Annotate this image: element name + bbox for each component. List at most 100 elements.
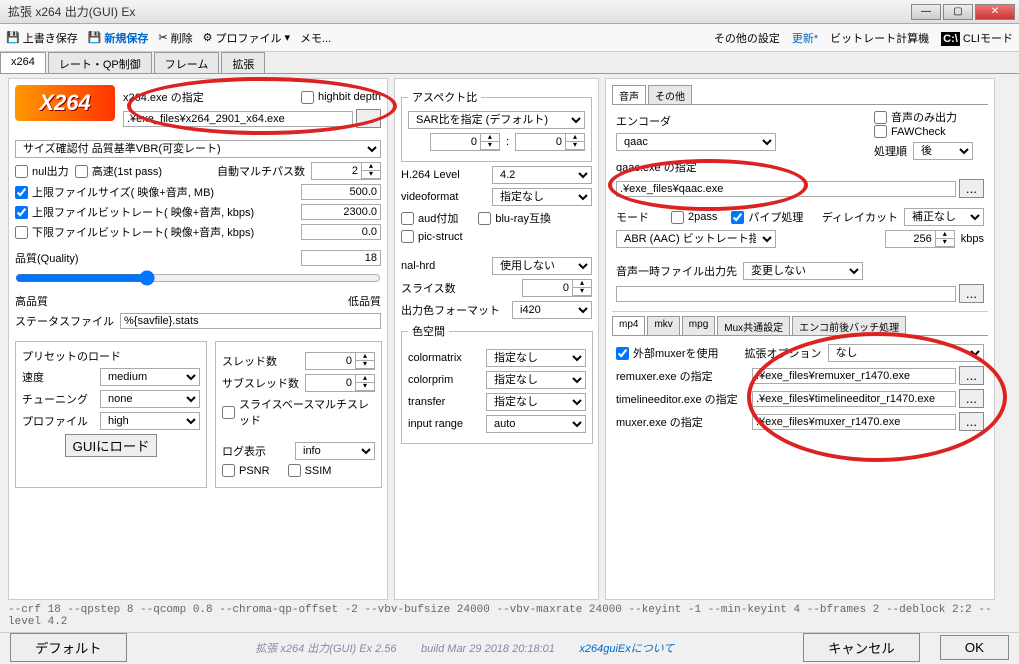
log-label: ログ表示: [222, 443, 266, 459]
remuxer-input[interactable]: [752, 368, 956, 384]
bluray-checkbox[interactable]: blu-ray互換: [478, 210, 551, 226]
ssim-checkbox[interactable]: SSIM: [288, 464, 332, 477]
transfer-select[interactable]: 指定なし: [486, 393, 586, 411]
tab-other[interactable]: その他: [648, 85, 692, 104]
tab-mpg[interactable]: mpg: [682, 316, 715, 335]
remuxer-label: remuxer.exe の指定: [616, 368, 746, 384]
tmpaudio-browse-button[interactable]: ...: [959, 284, 984, 303]
maximize-button[interactable]: ▢: [943, 4, 973, 20]
ok-button[interactable]: OK: [940, 635, 1009, 660]
tleditor-input[interactable]: [752, 391, 956, 407]
other-settings-link[interactable]: その他の設定: [714, 30, 780, 46]
videoformat-select[interactable]: 指定なし: [492, 188, 592, 206]
qaacexe-browse-button[interactable]: ...: [959, 179, 984, 198]
profile-dropdown[interactable]: ⚙ プロファイル ▾: [203, 30, 290, 46]
chevron-down-icon: ▾: [285, 31, 291, 44]
audio-only-checkbox[interactable]: 音声のみ出力: [874, 109, 984, 125]
rate-mode-select[interactable]: サイズ確認付 品質基準VBR(可変レート): [15, 140, 381, 158]
gui-load-button[interactable]: GUIにロード: [65, 434, 156, 457]
slice-stepper[interactable]: ▴▾: [522, 279, 592, 297]
audio-tabs: 音声 その他: [612, 85, 988, 105]
psnr-checkbox[interactable]: PSNR: [222, 464, 270, 477]
tab-mp4[interactable]: mp4: [612, 316, 645, 335]
stats-input[interactable]: [120, 313, 381, 329]
thread-stepper[interactable]: ▴▾: [305, 352, 375, 370]
subthread-stepper[interactable]: ▴▾: [305, 374, 375, 392]
sar-y-stepper[interactable]: ▴▾: [515, 133, 585, 151]
overwrite-save-button[interactable]: 💾 上書き保存: [6, 30, 78, 46]
order-select[interactable]: 後: [913, 142, 973, 160]
about-link[interactable]: x264guiExについて: [579, 643, 674, 655]
ext-muxer-checkbox[interactable]: 外部muxerを使用: [616, 345, 719, 361]
tab-batch[interactable]: エンコ前後バッチ処理: [792, 316, 906, 335]
tab-ext[interactable]: 拡張: [221, 52, 265, 73]
auto-multipass-stepper[interactable]: ▴▾: [311, 162, 381, 180]
slice-thread-checkbox[interactable]: スライスベースマルチスレッド: [222, 396, 375, 428]
profile-select[interactable]: high: [100, 412, 200, 430]
aac-bitrate-stepper[interactable]: ▴▾: [885, 230, 955, 248]
muxer-input[interactable]: [752, 414, 956, 430]
low-bitrate-input[interactable]: [301, 224, 381, 240]
tab-mux-common[interactable]: Mux共通設定: [717, 316, 790, 335]
highbit-checkbox[interactable]: highbit depth: [301, 91, 381, 104]
tmpaudio-select[interactable]: 変更しない: [743, 262, 863, 280]
cli-mode-link[interactable]: C:\ CLIモード: [941, 30, 1013, 46]
cap-bitrate-checkbox[interactable]: 上限ファイルビットレート( 映像+音声, kbps): [15, 204, 254, 220]
encoder-select[interactable]: qaac: [616, 133, 776, 151]
update-link[interactable]: 更新*: [792, 30, 818, 46]
close-button[interactable]: ✕: [975, 4, 1015, 20]
cap-bitrate-input[interactable]: [301, 204, 381, 220]
x264-logo: X264: [15, 85, 115, 121]
fast-1stpass-checkbox[interactable]: 高速(1st pass): [75, 163, 162, 179]
twopass-checkbox[interactable]: 2pass: [671, 211, 717, 224]
quality-input[interactable]: [301, 250, 381, 266]
sar-mode-select[interactable]: SAR比を指定 (デフォルト): [408, 111, 585, 129]
aud-checkbox[interactable]: aud付加: [401, 210, 458, 226]
new-save-button[interactable]: 💾 新規保存: [88, 30, 149, 46]
fawcheck-checkbox[interactable]: FAWCheck: [874, 125, 984, 138]
cancel-button[interactable]: キャンセル: [803, 633, 920, 662]
bitrate-calc-link[interactable]: ビットレート計算機: [830, 30, 929, 46]
tab-frame[interactable]: フレーム: [154, 52, 220, 73]
tab-rate-qp[interactable]: レート・QP制御: [48, 52, 152, 73]
default-button[interactable]: デフォルト: [10, 633, 127, 662]
quality-slider[interactable]: [15, 270, 381, 286]
low-bitrate-checkbox[interactable]: 下限ファイルビットレート( 映像+音声, kbps): [15, 224, 254, 240]
remuxer-browse-button[interactable]: ...: [959, 366, 984, 385]
muxer-browse-button[interactable]: ...: [959, 412, 984, 431]
delay-select[interactable]: 補正なし: [904, 208, 984, 226]
extopt-select[interactable]: なし: [828, 344, 984, 362]
colormatrix-select[interactable]: 指定なし: [486, 349, 586, 367]
lq-label: 低品質: [348, 293, 381, 309]
outcolor-select[interactable]: i420: [512, 301, 592, 319]
x264exe-input[interactable]: [123, 111, 353, 127]
slice-label: スライス数: [401, 280, 473, 296]
tuning-select[interactable]: none: [100, 390, 200, 408]
colorprim-select[interactable]: 指定なし: [486, 371, 586, 389]
h264-level-select[interactable]: 4.2: [492, 166, 592, 184]
tab-mkv[interactable]: mkv: [647, 316, 679, 335]
tab-audio[interactable]: 音声: [612, 85, 646, 104]
nul-output-checkbox[interactable]: nul出力: [15, 163, 69, 179]
sar-x-stepper[interactable]: ▴▾: [430, 133, 500, 151]
nalhrd-label: nal-hrd: [401, 260, 473, 272]
aac-mode-select[interactable]: ABR (AAC) ビットレート指定: [616, 230, 776, 248]
minimize-button[interactable]: —: [911, 4, 941, 20]
x264exe-browse-button[interactable]: ...: [356, 109, 381, 128]
nalhrd-select[interactable]: 使用しない: [492, 257, 592, 275]
tleditor-browse-button[interactable]: ...: [959, 389, 984, 408]
picstruct-checkbox[interactable]: pic-struct: [401, 230, 592, 243]
memo-button[interactable]: メモ...: [300, 30, 331, 46]
log-select[interactable]: info: [295, 442, 375, 460]
colorprim-label: colorprim: [408, 374, 480, 386]
qaacexe-input[interactable]: [616, 181, 956, 197]
speed-select[interactable]: medium: [100, 368, 200, 386]
delete-button[interactable]: ✂ 削除: [158, 30, 192, 46]
tab-x264[interactable]: x264: [0, 52, 46, 73]
cap-filesize-checkbox[interactable]: 上限ファイルサイズ( 映像+音声, MB): [15, 184, 214, 200]
mux-tabs: mp4 mkv mpg Mux共通設定 エンコ前後バッチ処理: [612, 316, 988, 336]
pipe-checkbox[interactable]: パイプ処理: [731, 209, 803, 225]
inputrange-select[interactable]: auto: [486, 415, 586, 433]
tmpaudio-path-input[interactable]: [616, 286, 956, 302]
cap-filesize-input[interactable]: [301, 184, 381, 200]
